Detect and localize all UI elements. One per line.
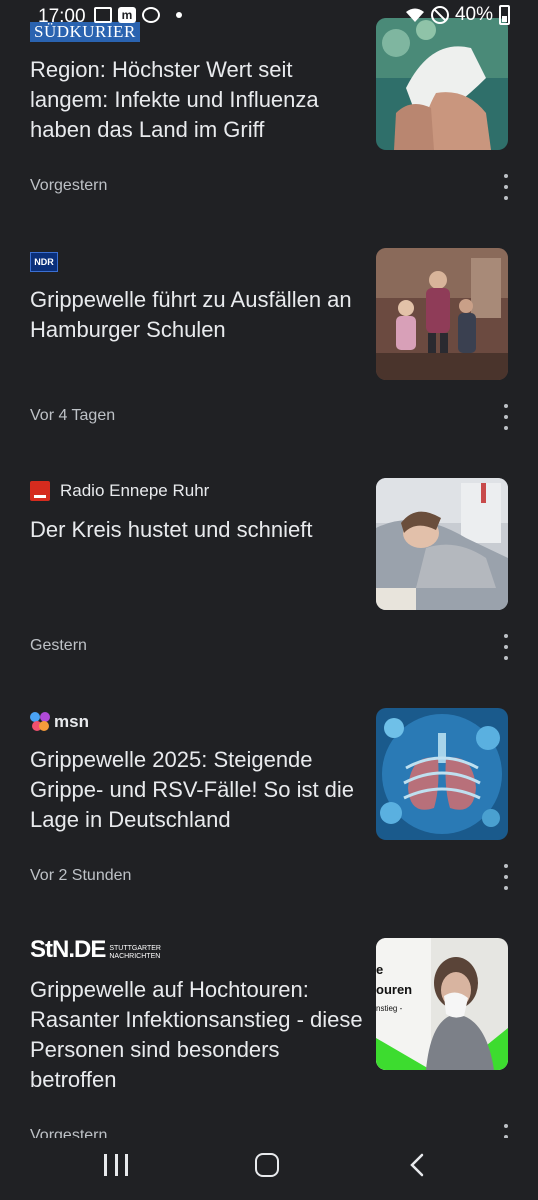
article-card[interactable]: Radio Ennepe Ruhr Der Kreis hustet und s… [0, 460, 538, 690]
woman-tissue-photo[interactable]: e ouren nstieg - [376, 938, 508, 1070]
article-source: msn [30, 710, 89, 734]
system-icons: 40% [405, 4, 510, 26]
back-icon[interactable] [408, 1153, 428, 1177]
sick-woman-bed-photo[interactable] [376, 478, 508, 610]
article-source: NDR [30, 250, 58, 274]
status-bar: 17:00 m 40% [0, 0, 538, 32]
source-name: msn [54, 712, 89, 731]
article-time: Gestern [30, 637, 87, 654]
more-options-button[interactable] [500, 404, 512, 430]
radio-en-logo [30, 481, 50, 501]
source-name: StN.DE [30, 936, 106, 963]
more-options-button[interactable] [500, 174, 512, 200]
dot-icon [176, 12, 182, 18]
ndr-logo: NDR [30, 252, 58, 272]
home-button[interactable] [255, 1153, 279, 1177]
source-subtitle: STUTTGARTER NACHRICHTEN [109, 945, 161, 960]
wifi-icon [405, 8, 424, 22]
article-card[interactable]: StN.DE STUTTGARTER NACHRICHTEN Grippewel… [0, 920, 538, 1150]
article-headline[interactable]: Grippewelle auf Hochtouren: Rasanter Inf… [30, 975, 365, 1095]
battery-percent: 40% [454, 4, 493, 25]
article-headline[interactable]: Grippewelle 2025: Steigende Grippe- und … [30, 745, 365, 835]
source-name: Radio Ennepe Ruhr [60, 481, 210, 500]
lungs-virus-illustration[interactable] [376, 708, 508, 840]
dnd-icon [430, 6, 449, 24]
more-options-button[interactable] [500, 634, 512, 660]
thumbnail-text: ouren [376, 982, 413, 997]
camera-icon [142, 7, 160, 23]
stn-logo: StN.DE STUTTGARTER NACHRICHTEN [30, 936, 167, 963]
article-time: Vor 4 Tagen [30, 407, 116, 424]
article-time: Vor 2 Stunden [30, 867, 132, 884]
article-headline[interactable]: Region: Höchster Wert seit langem: Infek… [30, 55, 365, 145]
battery-icon [499, 5, 510, 25]
status-time: 17:00 [38, 6, 86, 27]
article-card[interactable]: SÜDKURIER Region: Höchster Wert seit lan… [0, 0, 538, 230]
more-options-button[interactable] [500, 864, 512, 890]
navigation-bar [0, 1138, 538, 1200]
hand-tissue-photo[interactable] [376, 18, 508, 150]
article-card[interactable]: NDR Grippewelle führt zu Ausfällen an Ha… [0, 230, 538, 460]
thumbnail-text: nstieg - [376, 1004, 403, 1013]
msn-logo: msn [30, 712, 89, 732]
gallery-icon [94, 7, 112, 23]
article-card[interactable]: msn Grippewelle 2025: Steigende Grippe- … [0, 690, 538, 920]
mastodon-icon: m [118, 7, 136, 23]
article-source: Radio Ennepe Ruhr [30, 479, 209, 503]
article-headline[interactable]: Grippewelle führt zu Ausfällen an Hambur… [30, 285, 365, 345]
thumbnail-text: e [376, 962, 384, 977]
article-source: StN.DE STUTTGARTER NACHRICHTEN [30, 938, 167, 962]
msn-butterfly-icon [30, 712, 52, 732]
article-headline[interactable]: Der Kreis hustet und schnieft [30, 515, 365, 545]
notification-icons: m [94, 7, 182, 23]
article-time: Vorgestern [30, 177, 108, 194]
recent-apps-button[interactable] [104, 1154, 128, 1176]
classroom-photo[interactable] [376, 248, 508, 380]
